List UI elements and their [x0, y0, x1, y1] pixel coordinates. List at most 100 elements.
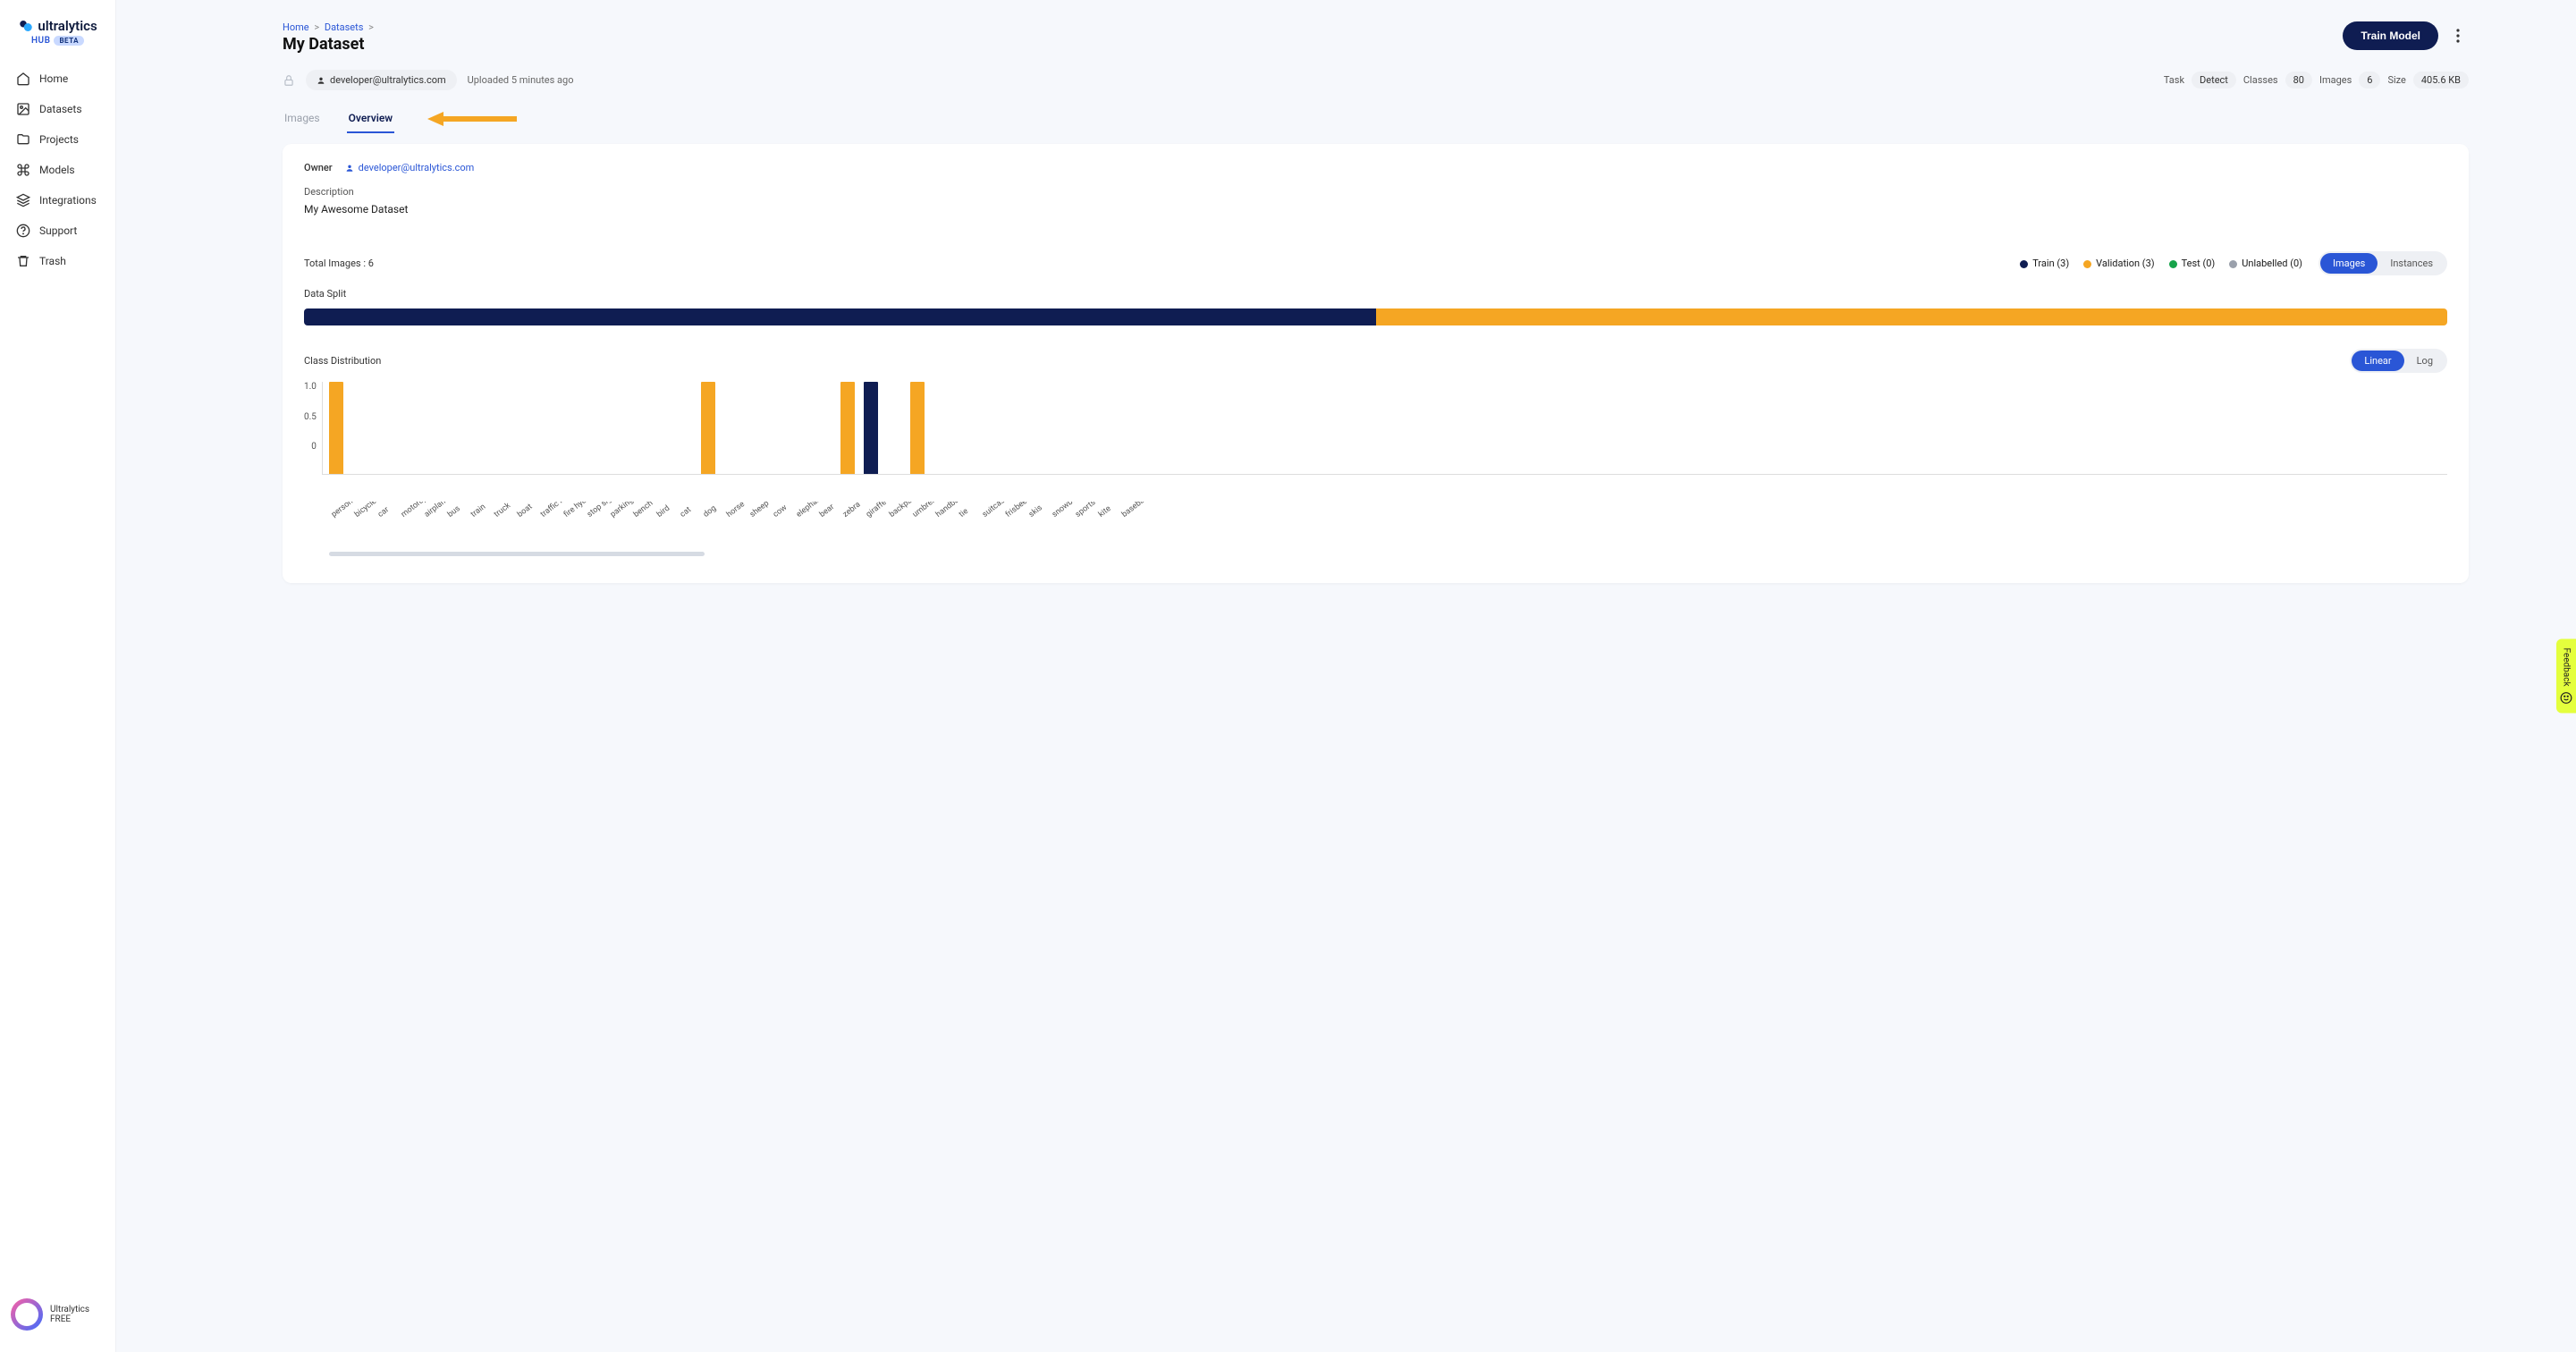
toggle-log[interactable]: Log	[2404, 351, 2445, 371]
bar-col	[394, 382, 418, 474]
logo-icon	[18, 18, 34, 34]
bar-col	[976, 382, 999, 474]
images-instances-toggle: Images Instances	[2318, 251, 2447, 275]
lock-icon	[283, 74, 295, 87]
toggle-images[interactable]: Images	[2320, 253, 2378, 274]
crumb-datasets[interactable]: Datasets	[325, 21, 364, 33]
owner-chip[interactable]: developer@ultralytics.com	[306, 70, 457, 90]
bar-col	[720, 382, 743, 474]
sidebar-footer[interactable]: Ultralytics FREE	[0, 1289, 115, 1339]
nav-label: Projects	[39, 133, 79, 146]
nav-label: Home	[39, 72, 68, 85]
nav-integrations[interactable]: Integrations	[0, 185, 115, 215]
bar-col	[464, 382, 487, 474]
more-menu-button[interactable]	[2447, 25, 2469, 46]
toggle-instances[interactable]: Instances	[2378, 253, 2445, 274]
bar-col	[418, 382, 441, 474]
annotation-arrow-icon	[427, 110, 517, 128]
bar-col	[557, 382, 580, 474]
bar-col	[1022, 382, 1045, 474]
bar-col	[813, 382, 836, 474]
ytick: 0.5	[304, 412, 317, 422]
bar-col	[859, 382, 883, 474]
avatar	[11, 1298, 43, 1331]
bar-col	[743, 382, 766, 474]
user-icon	[317, 76, 325, 85]
bar-col	[487, 382, 511, 474]
y-axis: 1.0 0.5 0	[304, 382, 322, 475]
help-icon	[16, 224, 30, 238]
bar-col	[325, 382, 348, 474]
owner-label: Owner	[304, 162, 333, 173]
desc-label: Description	[304, 186, 2447, 198]
bar-col	[766, 382, 790, 474]
bar-col	[1068, 382, 1092, 474]
total-images: Total Images : 6	[304, 258, 374, 269]
ytick: 0	[311, 442, 317, 452]
bar	[910, 382, 925, 474]
ytick: 1.0	[304, 382, 317, 392]
stat-task-label: Task	[2164, 74, 2184, 86]
bar-col	[650, 382, 673, 474]
bar	[701, 382, 715, 474]
nav-label: Trash	[39, 255, 66, 267]
trash-icon	[16, 254, 30, 268]
x-label: baseball bat	[1120, 502, 1154, 527]
data-split-label: Data Split	[304, 288, 2447, 300]
nav-support[interactable]: Support	[0, 215, 115, 246]
legend-train: Train (3)	[2032, 258, 2069, 269]
bar-col	[604, 382, 627, 474]
stat-classes: 80	[2285, 72, 2312, 89]
legend-val: Validation (3)	[2096, 258, 2154, 269]
bar-col	[929, 382, 952, 474]
main: Home > Datasets > My Dataset Train Model	[116, 0, 2576, 1352]
feedback-tab[interactable]: Feedback	[2556, 638, 2576, 713]
nav-trash[interactable]: Trash	[0, 246, 115, 276]
layers-icon	[16, 193, 30, 207]
bar	[329, 382, 343, 474]
user-icon	[345, 164, 354, 173]
bar-col	[348, 382, 371, 474]
stat-images-label: Images	[2319, 74, 2352, 86]
owner-value[interactable]: developer@ultralytics.com	[345, 162, 475, 173]
nav-projects[interactable]: Projects	[0, 124, 115, 155]
bar-col	[883, 382, 906, 474]
plot-area[interactable]	[322, 382, 2447, 475]
tab-overview[interactable]: Overview	[347, 106, 395, 133]
bar-col	[1092, 382, 1115, 474]
crumb-home[interactable]: Home	[283, 21, 309, 33]
bar-col	[697, 382, 720, 474]
tabs: Images Overview	[283, 106, 2469, 133]
data-split-bar	[304, 308, 2447, 325]
bar-col	[1115, 382, 1138, 474]
sidebar: ultralytics HUB BETA Home Datasets Proje…	[0, 0, 116, 1352]
nav-datasets[interactable]: Datasets	[0, 94, 115, 124]
chart-scrollbar[interactable]	[329, 552, 705, 556]
nav-models[interactable]: Models	[0, 155, 115, 185]
folder-icon	[16, 132, 30, 147]
bar-col	[999, 382, 1022, 474]
bar-col	[627, 382, 650, 474]
kebab-icon	[2456, 29, 2460, 43]
nav-label: Support	[39, 224, 77, 237]
toggle-linear[interactable]: Linear	[2352, 351, 2403, 371]
nav-label: Models	[39, 164, 75, 176]
footer-plan: FREE	[50, 1314, 89, 1324]
bar-col	[952, 382, 976, 474]
owner-chip-text: developer@ultralytics.com	[330, 74, 446, 86]
legend-test: Test (0)	[2182, 258, 2216, 269]
stat-classes-label: Classes	[2243, 74, 2278, 86]
stat-images: 6	[2359, 72, 2380, 89]
tab-images[interactable]: Images	[283, 106, 322, 133]
legend-unl: Unlabelled (0)	[2242, 258, 2302, 269]
bar-col	[371, 382, 394, 474]
logo[interactable]: ultralytics HUB BETA	[0, 13, 115, 63]
bar-col	[836, 382, 859, 474]
nav-home[interactable]: Home	[0, 63, 115, 94]
feedback-label: Feedback	[2562, 647, 2572, 686]
home-icon	[16, 72, 30, 86]
page-title: My Dataset	[283, 35, 376, 54]
bar	[864, 382, 878, 474]
train-model-button[interactable]: Train Model	[2343, 21, 2438, 50]
footer-org: Ultralytics	[50, 1305, 89, 1314]
